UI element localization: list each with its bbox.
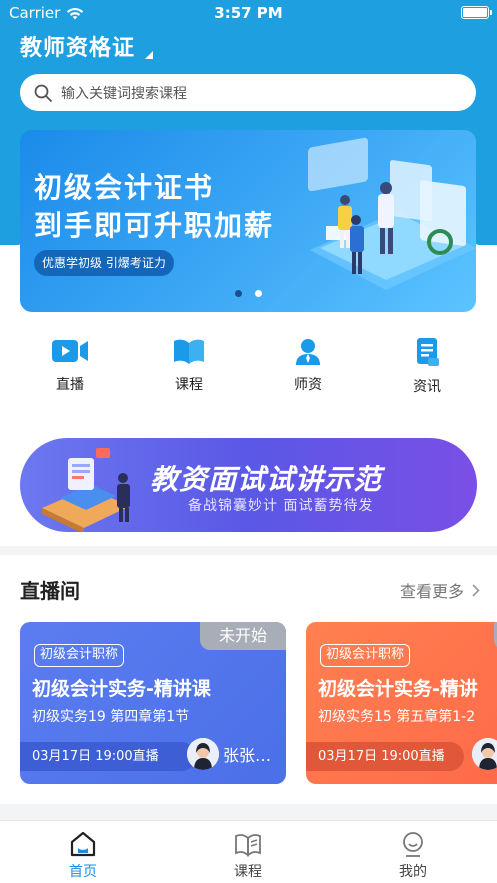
exam-category-selector[interactable]: 教师资格证 <box>20 30 154 62</box>
see-more-label: 查看更多 <box>399 582 464 601</box>
promo-banner[interactable]: 初级会计证书 到手即可升职加薪 优惠学初级 引爆考证力 <box>20 130 476 312</box>
bottom-tab-bar: 首页 课程 我的 <box>0 820 497 883</box>
teacher-icon <box>296 339 320 365</box>
dropdown-triangle-icon <box>145 51 154 59</box>
live-section-header: 直播间 查看更多 <box>20 575 480 605</box>
nav-course-label: 课程 <box>175 377 203 393</box>
nav-news[interactable]: 资讯 <box>387 336 467 396</box>
see-more-link[interactable]: 查看更多 <box>400 578 480 602</box>
search-placeholder: 输入关键词搜索课程 <box>61 85 187 102</box>
teacher-avatar <box>187 738 219 770</box>
course-category-badge: 初级会计职称 <box>320 644 411 667</box>
tab-home[interactable]: 首页 <box>43 831 123 881</box>
clock: 3:57 PM <box>214 4 283 22</box>
search-icon <box>34 84 52 102</box>
nav-live[interactable]: 直播 <box>30 336 110 394</box>
banner-headline-1: 初级会计证书 <box>34 171 215 204</box>
tab-home-label: 首页 <box>69 864 97 880</box>
nav-course[interactable]: 课程 <box>149 336 229 394</box>
promo-subtitle: 备战锦囊妙计 面试蓄势待发 <box>188 498 374 514</box>
live-card[interactable]: 初级会计职称 初级会计实务-精讲 初级实务15 第五章第1-2 03月17日 1… <box>306 622 497 784</box>
nav-teachers-label: 师资 <box>294 377 322 393</box>
live-card[interactable]: 未开始 初级会计职称 初级会计实务-精讲课 初级实务19 第四章第1节 03月1… <box>20 622 286 784</box>
tab-courses-label: 课程 <box>234 864 262 880</box>
tab-courses[interactable]: 课程 <box>208 831 288 881</box>
chevron-right-icon <box>472 583 480 597</box>
live-card-time: 03月17日 19:00直播 <box>20 742 196 771</box>
teacher-name: 张张… <box>223 746 272 765</box>
live-video-icon <box>52 340 88 362</box>
live-card-time: 03月17日 19:00直播 <box>306 742 464 771</box>
battery-icon <box>461 6 492 19</box>
book-icon <box>174 339 204 364</box>
section-divider <box>0 804 497 820</box>
nav-live-label: 直播 <box>56 377 84 393</box>
interview-promo-banner[interactable]: 教资面试试讲示范 备战锦囊妙计 面试蓄势待发 <box>20 438 477 532</box>
course-book-icon <box>235 834 261 857</box>
nav-news-label: 资讯 <box>413 379 441 395</box>
banner-tag: 优惠学初级 引爆考证力 <box>34 250 174 276</box>
podium-illustration <box>42 448 130 532</box>
live-state-badge: 未开始 <box>200 622 286 650</box>
banner-dot-1[interactable] <box>234 290 242 297</box>
nav-teachers[interactable]: 师资 <box>268 336 348 394</box>
promo-title: 教资面试试讲示范 <box>150 463 383 496</box>
live-card-title: 初级会计实务-精讲课 <box>32 678 211 700</box>
page-title: 教师资格证 <box>20 36 136 61</box>
news-icon <box>417 338 439 366</box>
profile-icon <box>403 832 423 857</box>
banner-pagination <box>20 290 476 297</box>
tab-profile-label: 我的 <box>399 864 427 880</box>
search-input[interactable]: 输入关键词搜索课程 <box>20 74 476 111</box>
teacher-avatar <box>472 738 497 770</box>
live-card-title: 初级会计实务-精讲 <box>318 678 478 700</box>
live-card-subtitle: 初级实务19 第四章第1节 <box>32 709 190 725</box>
section-divider <box>0 546 497 555</box>
live-card-subtitle: 初级实务15 第五章第1-2 <box>318 709 476 725</box>
office-illustration <box>308 137 476 290</box>
status-bar: Carrier 3:57 PM <box>0 0 497 26</box>
section-title: 直播间 <box>20 579 80 603</box>
banner-headline-2: 到手即可升职加薪 <box>34 209 275 242</box>
tab-profile[interactable]: 我的 <box>373 831 453 881</box>
home-screen: Carrier 3:57 PM 教师资格证 输入关键词搜索课程 初级会计证书 到… <box>0 0 497 883</box>
home-icon <box>70 831 96 857</box>
course-category-badge: 初级会计职称 <box>34 644 125 667</box>
banner-dot-2[interactable] <box>254 290 262 297</box>
quick-nav: 直播 课程 师资 资讯 <box>0 336 497 396</box>
